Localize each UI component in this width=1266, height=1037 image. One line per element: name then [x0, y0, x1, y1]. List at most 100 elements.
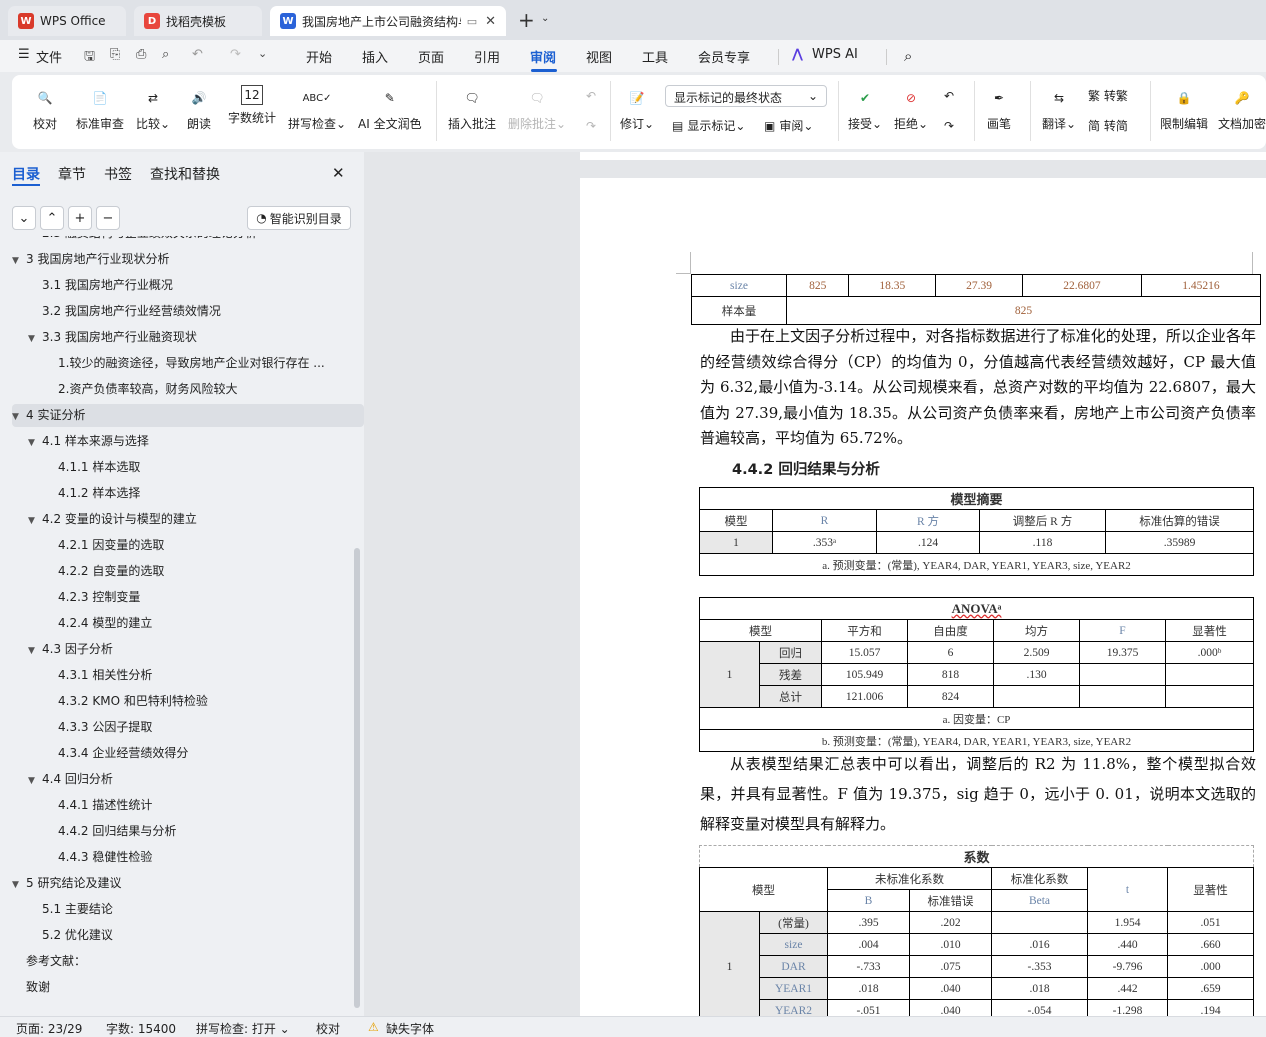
next-change-icon[interactable]: ↷ — [936, 113, 962, 139]
reject-button[interactable]: ⊘ 拒绝⌄ — [894, 85, 928, 132]
restrict-editing-button[interactable]: 🔒 限制编辑 — [1160, 85, 1208, 132]
collapse-all-icon[interactable]: ⌄ — [12, 206, 36, 230]
toc-item[interactable]: 3.2 我国房地产行业经营绩效情况 — [12, 300, 364, 323]
smart-toc-button[interactable]: ◔ 智能识别目录 — [247, 206, 351, 230]
expand-arrow-icon[interactable]: ▼ — [28, 510, 42, 531]
menu-wps-ai[interactable]: WPS AI — [812, 47, 858, 62]
toc-item[interactable]: 3.1 我国房地产行业概况 — [12, 274, 364, 297]
menu-start[interactable]: 开始 — [306, 47, 332, 66]
previous-comment-icon[interactable]: ↶ — [578, 83, 604, 109]
toc-item[interactable]: 1.较少的融资途径，导致房地产企业对银行存在 ... — [12, 352, 364, 375]
save-icon[interactable]: 🖫 — [84, 47, 95, 69]
menu-member[interactable]: 会员专享 — [698, 47, 750, 66]
spell-check-button[interactable]: ABC✓ 拼写检查⌄ — [288, 85, 346, 132]
previous-change-icon[interactable]: ↶ — [936, 83, 962, 109]
nav-tab-toc[interactable]: 目录 — [12, 164, 40, 184]
expand-arrow-icon[interactable]: ▼ — [28, 640, 42, 661]
toc-item[interactable]: ▼ 4.4 回归分析 — [12, 768, 364, 791]
toc-item[interactable]: 4.4.1 描述性统计 — [12, 794, 364, 817]
toc-item[interactable]: 参考文献： — [12, 950, 364, 973]
toc-item[interactable]: 4.3.1 相关性分析 — [12, 664, 364, 687]
compare-button[interactable]: ⇄ 比较⌄ — [136, 85, 170, 132]
redo-icon[interactable]: ↷ — [230, 47, 241, 62]
translate-button[interactable]: ⇆ 翻译⌄ — [1042, 85, 1076, 132]
toc-item[interactable]: 2.3 融资结构与企业绩效关系的理论分析 — [12, 236, 364, 245]
to-simplified-button[interactable]: 简 转简 — [1088, 117, 1128, 134]
missing-font-status[interactable]: 缺失字体 — [386, 1020, 434, 1037]
tab-docer[interactable]: D 找稻壳模板 — [134, 6, 262, 36]
toc-item[interactable]: 5.2 优化建议 — [12, 924, 364, 947]
expand-arrow-icon[interactable]: ▼ — [12, 250, 26, 271]
new-tab-icon[interactable]: + — [518, 8, 535, 32]
search-icon[interactable]: ⌕ — [904, 47, 912, 65]
hamburger-icon[interactable]: ☰ — [18, 47, 30, 62]
read-aloud-button[interactable]: 🔊 朗读 — [186, 85, 212, 132]
word-count-button[interactable]: 12 字数统计 — [228, 85, 276, 126]
remove-heading-icon[interactable]: − — [96, 206, 120, 230]
toc-item[interactable]: 4.2.3 控制变量 — [12, 586, 364, 609]
expand-arrow-icon[interactable]: ▼ — [28, 770, 42, 791]
print-preview-icon[interactable]: ⌕ — [162, 47, 169, 62]
undo-icon[interactable]: ↶ — [192, 47, 203, 62]
tab-wps-office[interactable]: W WPS Office — [8, 6, 126, 36]
menu-insert[interactable]: 插入 — [362, 47, 388, 66]
word-count[interactable]: 字数: 15400 — [106, 1020, 176, 1037]
menu-reference[interactable]: 引用 — [474, 47, 500, 66]
screen-icon[interactable]: ▭ — [467, 15, 477, 28]
proofread-status[interactable]: 校对 — [316, 1020, 340, 1037]
page-indicator[interactable]: 页面: 23/29 — [16, 1020, 82, 1037]
document-page[interactable]: size 825 18.35 27.39 22.6807 1.45216 样本量… — [580, 178, 1266, 1016]
encrypt-document-button[interactable]: 🔑 文档加密 — [1218, 85, 1266, 132]
expand-up-icon[interactable]: ⌃ — [40, 206, 64, 230]
menu-review[interactable]: 审阅 — [530, 47, 556, 66]
toc-item[interactable]: 4.1.1 样本选取 — [12, 456, 364, 479]
markup-mode-select[interactable]: 显示标记的最终状态 ⌄ — [665, 85, 827, 107]
menu-tools[interactable]: 工具 — [642, 47, 668, 66]
delete-comment-button[interactable]: 🗨 删除批注⌄ — [508, 85, 566, 132]
toc-item[interactable]: 4.4.2 回归结果与分析 — [12, 820, 364, 843]
toc-item[interactable]: ▼ 5 研究结论及建议 — [12, 872, 364, 895]
track-changes-button[interactable]: 📝 修订⌄ — [620, 85, 654, 132]
insert-comment-button[interactable]: 🗨 插入批注 — [448, 85, 496, 132]
print-icon[interactable]: ⎙ — [136, 47, 146, 62]
nav-tab-chapter[interactable]: 章节 — [58, 164, 86, 184]
toc-item[interactable]: 4.3.3 公因子提取 — [12, 716, 364, 739]
next-comment-icon[interactable]: ↷ — [578, 113, 604, 139]
menu-view[interactable]: 视图 — [586, 47, 612, 66]
toc-item[interactable]: 致谢 — [12, 976, 364, 999]
chevron-down-icon[interactable]: ⌄ — [541, 13, 549, 24]
quick-access-more-icon[interactable]: ⌄ — [258, 47, 267, 60]
review-pane-button[interactable]: ▣ 审阅 ⌄ — [764, 117, 813, 134]
proofread-button[interactable]: 🔍 校对 — [32, 85, 58, 132]
pen-button[interactable]: ✒ 画笔 — [986, 85, 1012, 132]
expand-arrow-icon[interactable]: ▼ — [12, 406, 26, 427]
toc-scrollbar[interactable] — [354, 548, 360, 1008]
toc-item[interactable]: ▼ 4.1 样本来源与选择 — [12, 430, 364, 453]
toc-item[interactable]: 4.4.3 稳健性检验 — [12, 846, 364, 869]
close-pane-icon[interactable]: ✕ — [332, 164, 345, 182]
show-markup-button[interactable]: ▤ 显示标记 ⌄ — [672, 117, 745, 134]
menu-file[interactable]: 文件 — [36, 47, 62, 66]
nav-tab-find-replace[interactable]: 查找和替换 — [150, 164, 220, 184]
standard-review-button[interactable]: 📄 标准审查 — [76, 85, 124, 132]
nav-tab-bookmark[interactable]: 书签 — [104, 164, 132, 184]
menu-page[interactable]: 页面 — [418, 47, 444, 66]
toc-item[interactable]: 4.1.2 样本选择 — [12, 482, 364, 505]
spell-check-status[interactable]: 拼写检查: 打开 ⌄ — [196, 1020, 290, 1037]
toc-item[interactable]: 4.3.4 企业经营绩效得分 — [12, 742, 364, 765]
toc-item[interactable]: ▼ 4.3 因子分析 — [12, 638, 364, 661]
tab-current-document[interactable]: W 我国房地产上市公司融资结构与 ▭ ✕ — [270, 6, 506, 36]
toc-item[interactable]: ▼ 3.3 我国房地产行业融资现状 — [12, 326, 364, 349]
toc-item[interactable]: ▼ 4.2 变量的设计与模型的建立 — [12, 508, 364, 531]
toc-item[interactable]: 2.资产负债率较高，财务风险较大 — [12, 378, 364, 401]
toc-item[interactable]: 5.1 主要结论 — [12, 898, 364, 921]
toc-item[interactable]: ▼ 3 我国房地产行业现状分析 — [12, 248, 364, 271]
toc-item[interactable]: 4.2.2 自变量的选取 — [12, 560, 364, 583]
accept-button[interactable]: ✔ 接受⌄ — [848, 85, 882, 132]
add-heading-icon[interactable]: + — [68, 206, 92, 230]
toc-item[interactable]: ▼ 4 实证分析 — [12, 404, 364, 427]
expand-arrow-icon[interactable]: ▼ — [28, 432, 42, 453]
toc-item[interactable]: 4.2.4 模型的建立 — [12, 612, 364, 635]
expand-arrow-icon[interactable]: ▼ — [28, 328, 42, 349]
export-icon[interactable]: ⎘ — [110, 47, 120, 62]
